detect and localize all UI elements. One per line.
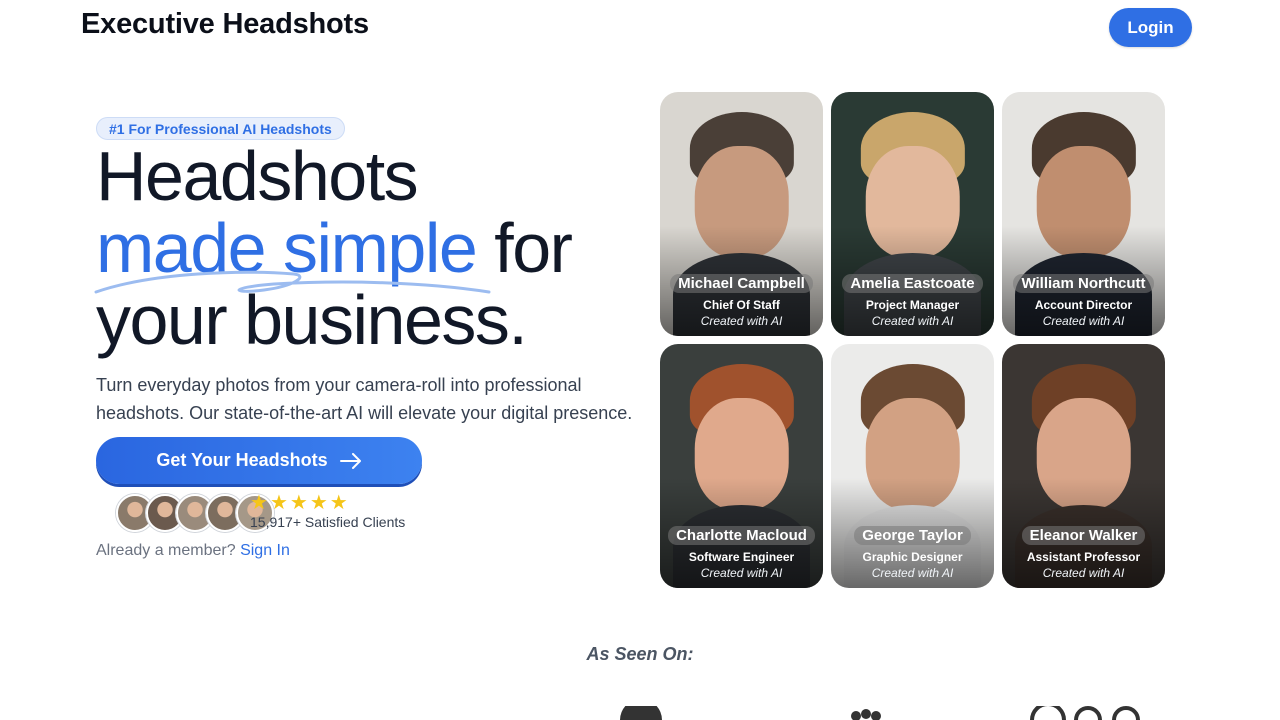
headshot-grid: Michael Campbell Chief Of Staff Created wi… bbox=[660, 92, 1165, 588]
login-button[interactable]: Login bbox=[1109, 8, 1192, 47]
headshot-role: Project Manager bbox=[865, 298, 960, 312]
headshot-role: Software Engineer bbox=[688, 550, 795, 564]
headshot-name: Michael Campbell bbox=[670, 274, 813, 293]
headshot-info: George Taylor Graphic Designer Created wit… bbox=[831, 526, 994, 580]
as-seen-on-heading: As Seen On: bbox=[586, 644, 694, 664]
headshot-name: Amelia Eastcoate bbox=[842, 274, 983, 293]
headshot-caption: Created with AI bbox=[871, 314, 954, 328]
headline-line-1: Headshots bbox=[96, 137, 419, 215]
star-icon: ★ bbox=[329, 492, 348, 514]
headshot-card[interactable]: George Taylor Graphic Designer Created wit… bbox=[831, 344, 994, 588]
headshot-caption: Created with AI bbox=[700, 314, 783, 328]
headshot-name: William Northcutt bbox=[1013, 274, 1154, 293]
star-icon: ★ bbox=[309, 492, 328, 514]
satisfied-clients-count: 15,917+ Satisfied Clients bbox=[250, 514, 406, 530]
cta-label: Get Your Headshots bbox=[156, 450, 328, 470]
headshot-name: Charlotte Macloud bbox=[668, 526, 815, 545]
member-prompt: Already a member? Sign In bbox=[96, 542, 290, 560]
headshot-card[interactable]: Michael Campbell Chief Of Staff Created wi… bbox=[660, 92, 823, 336]
headshot-info: Charlotte Macloud Software Engineer Create… bbox=[660, 526, 823, 580]
headshot-role: Chief Of Staff bbox=[703, 298, 780, 312]
headshot-caption: Created with AI bbox=[700, 566, 783, 580]
rating-stars: ★ ★ ★ ★ ★ bbox=[250, 492, 348, 514]
arrow-right-icon bbox=[339, 452, 361, 469]
headshot-name: Eleanor Walker bbox=[1021, 526, 1146, 545]
brand-title[interactable]: Executive Headshots bbox=[81, 8, 369, 41]
headshot-caption: Created with AI bbox=[1042, 314, 1125, 328]
headshot-card[interactable]: Charlotte Macloud Software Engineer Create… bbox=[660, 344, 823, 588]
squiggle-underline bbox=[94, 270, 491, 294]
headshot-info: William Northcutt Account Director Created… bbox=[1002, 274, 1165, 328]
press-logo-2 bbox=[851, 709, 881, 720]
hero-headline: Headshots made simple for your business. bbox=[96, 137, 573, 356]
press-logo-3 bbox=[1030, 706, 1140, 720]
headshot-role: Assistant Professor bbox=[1026, 550, 1141, 564]
member-prompt-text: Already a member? bbox=[96, 542, 236, 559]
headshot-info: Amelia Eastcoate Project Manager Created w… bbox=[831, 274, 994, 328]
headshot-info: Michael Campbell Chief Of Staff Created wi… bbox=[660, 274, 823, 328]
hero-subtext: Turn everyday photos from your camera-ro… bbox=[96, 375, 633, 423]
press-logo-1 bbox=[620, 706, 662, 720]
headshot-card[interactable]: William Northcutt Account Director Created… bbox=[1002, 92, 1165, 336]
headshot-card[interactable]: Eleanor Walker Assistant Professor Created… bbox=[1002, 344, 1165, 588]
headshot-role: Account Director bbox=[1034, 298, 1133, 312]
headshot-role: Graphic Designer bbox=[862, 550, 963, 564]
headshot-info: Eleanor Walker Assistant Professor Created… bbox=[1002, 526, 1165, 580]
headshot-caption: Created with AI bbox=[1042, 566, 1125, 580]
sign-in-link[interactable]: Sign In bbox=[240, 542, 290, 559]
headshot-caption: Created with AI bbox=[871, 566, 954, 580]
star-icon: ★ bbox=[269, 492, 288, 514]
headshot-card[interactable]: Amelia Eastcoate Project Manager Created w… bbox=[831, 92, 994, 336]
get-headshots-button[interactable]: Get Your Headshots bbox=[96, 437, 422, 484]
star-icon: ★ bbox=[250, 492, 268, 514]
star-icon: ★ bbox=[289, 492, 308, 514]
headshot-name: George Taylor bbox=[854, 526, 971, 545]
